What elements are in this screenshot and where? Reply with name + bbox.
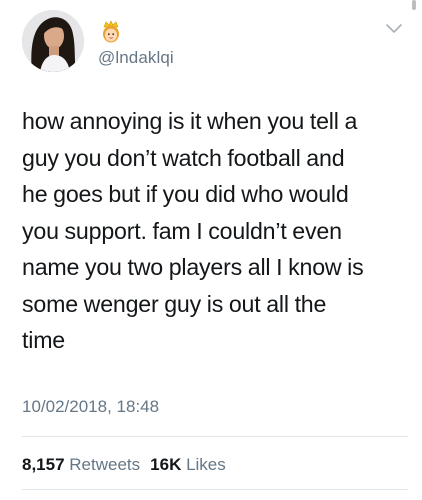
retweets-label: Retweets xyxy=(69,455,141,474)
tweet-text-line: you support. fam I couldn’t even xyxy=(22,217,342,244)
tweet-text-line: he goes but if you did who would xyxy=(22,181,349,207)
avatar[interactable] xyxy=(22,10,84,72)
engagement-stats: 8,157 Retweets 16K Likes xyxy=(22,455,226,475)
tweet-text: how annoying is it when you tell a guy y… xyxy=(22,103,416,359)
likes-label: Likes xyxy=(186,455,226,474)
likes-count: 16K xyxy=(150,455,182,474)
retweets-stat[interactable]: 8,157 Retweets xyxy=(22,455,140,474)
divider xyxy=(22,436,408,437)
scrollbar[interactable] xyxy=(412,0,416,10)
princess-emoji-icon xyxy=(100,20,122,44)
tweet-timestamp[interactable]: 10/02/2018, 18:48 xyxy=(22,397,159,417)
user-handle[interactable]: @lndaklqi xyxy=(98,48,174,68)
retweets-count: 8,157 xyxy=(22,455,65,474)
tweet-text-line: how annoying is it when you tell a xyxy=(22,108,358,134)
chevron-down-icon[interactable] xyxy=(384,22,404,36)
tweet-text-line: guy you don’t watch football and xyxy=(22,144,345,171)
profile-photo xyxy=(22,10,84,72)
tweet-text-line: some wenger guy is out all the xyxy=(22,290,327,317)
tweet-text-line: name you two players all I know is xyxy=(22,254,364,280)
likes-stat[interactable]: 16K Likes xyxy=(150,455,226,474)
divider xyxy=(22,489,408,490)
tweet-text-line: time xyxy=(22,327,66,353)
tweet-card: @lndaklqi how annoying is it when you te… xyxy=(0,0,422,500)
